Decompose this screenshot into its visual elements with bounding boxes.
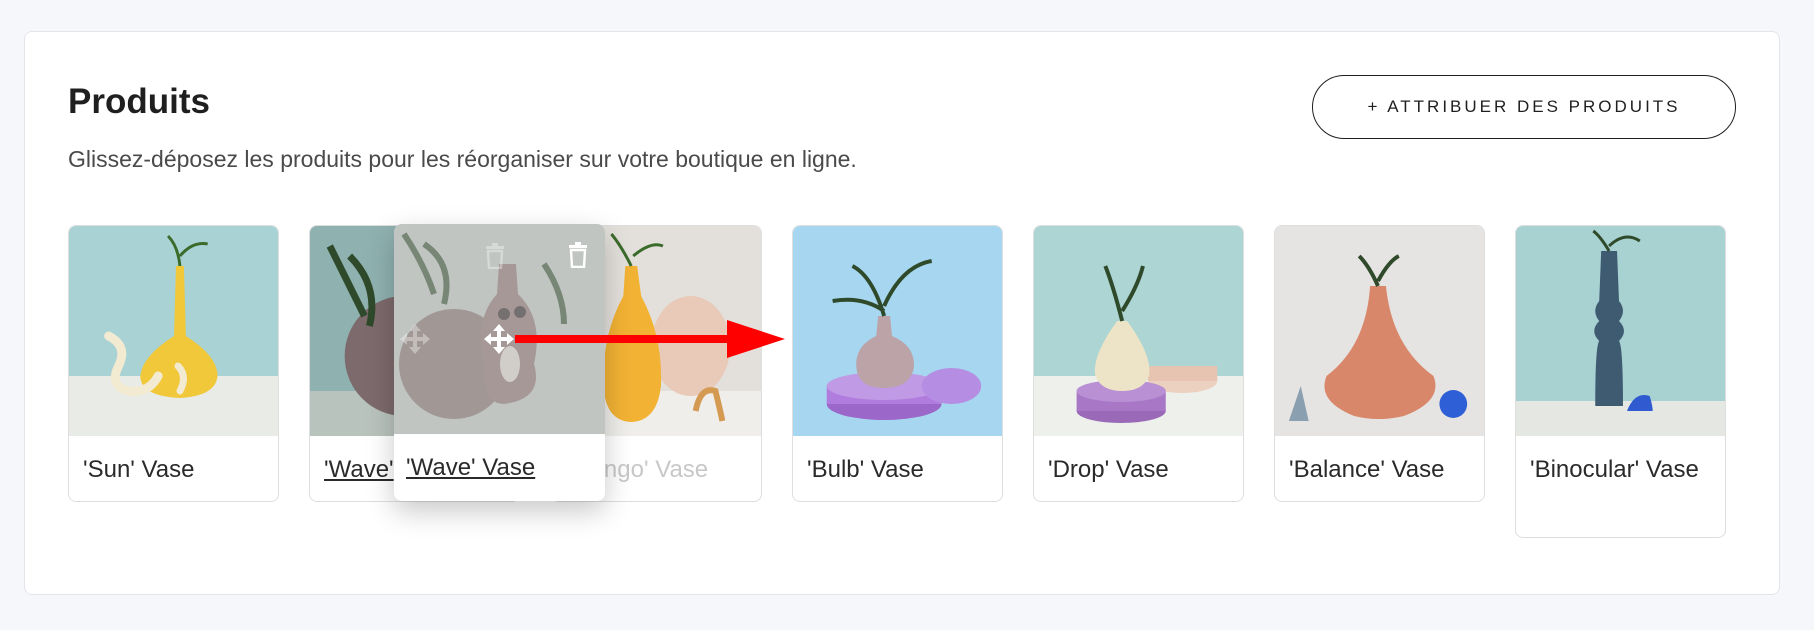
product-image-balance: [1275, 226, 1484, 436]
product-image-drop: [1034, 226, 1243, 436]
product-name: 'Drop' Vase: [1048, 456, 1169, 483]
product-card-binocular[interactable]: 'Binocular' Vase: [1515, 225, 1726, 538]
product-image-bulb: [793, 226, 1002, 436]
product-name: 'Balance' Vase: [1289, 456, 1445, 483]
move-icon[interactable]: [482, 322, 516, 356]
trash-icon[interactable]: [567, 242, 589, 268]
arrow-right-icon: [515, 320, 785, 358]
section-title: Produits: [68, 82, 210, 121]
product-name: 'Bulb' Vase: [807, 456, 924, 483]
product-card-sun[interactable]: 'Sun' Vase: [68, 225, 279, 502]
assign-products-button[interactable]: + ATTRIBUER DES PRODUITS: [1312, 75, 1736, 139]
section-subtitle: Glissez-déposez les produits pour les ré…: [68, 146, 857, 172]
product-name[interactable]: 'Wave' Vase: [406, 450, 591, 486]
product-card-bulb[interactable]: 'Bulb' Vase: [792, 225, 1003, 502]
trash-icon-ghost: [486, 243, 504, 269]
product-image-sun: [69, 226, 278, 436]
product-card-drop[interactable]: 'Drop' Vase: [1033, 225, 1244, 502]
move-icon-ghost: [400, 324, 430, 354]
product-name: 'Sun' Vase: [83, 456, 195, 483]
product-card-balance[interactable]: 'Balance' Vase: [1274, 225, 1485, 502]
product-name: 'Binocular' Vase: [1530, 456, 1699, 483]
product-image-binocular: [1516, 226, 1725, 436]
